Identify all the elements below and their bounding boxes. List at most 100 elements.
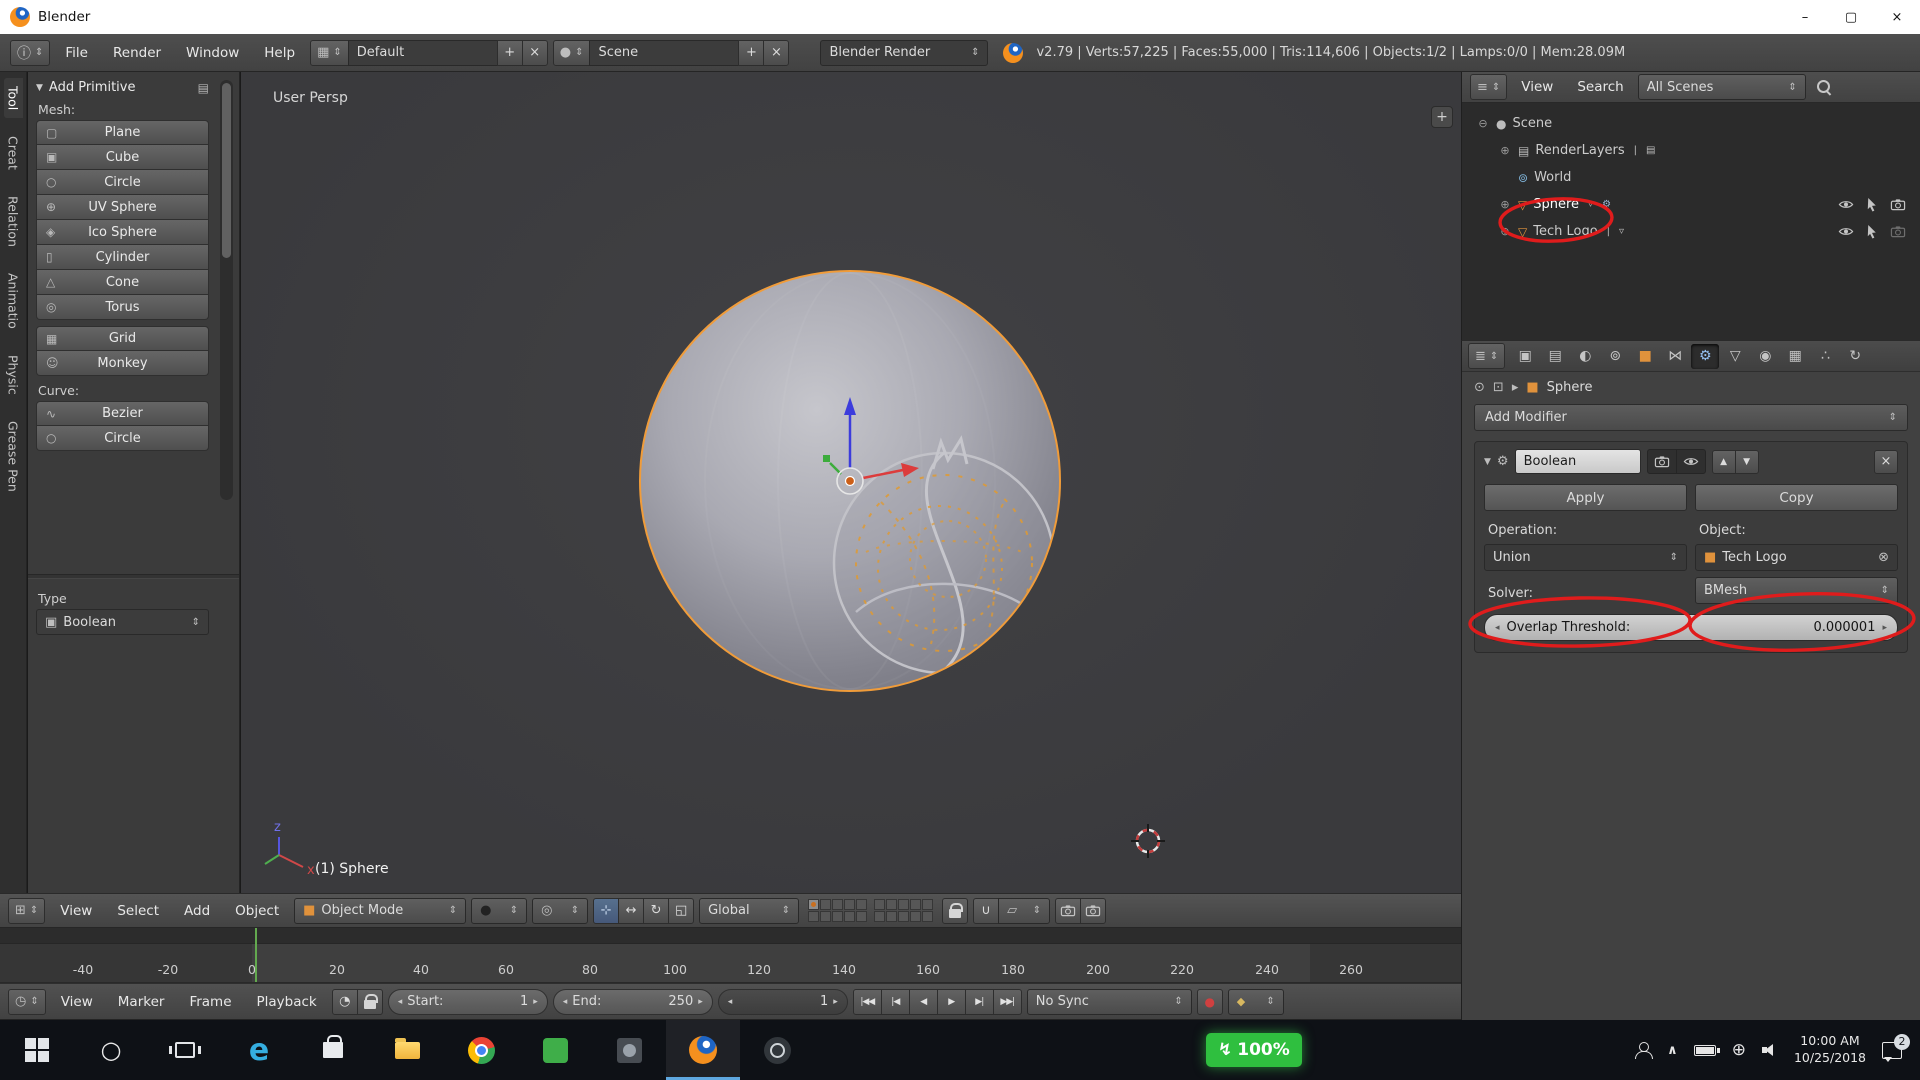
outliner-row-renderlayers[interactable]: ⊕ ▤ RenderLayers | ▤ [1466, 137, 1916, 164]
editor-type-button-3d[interactable]: ⊞ ⇕ [8, 897, 46, 924]
green-app-button[interactable] [518, 1020, 592, 1080]
ptab-render-layers[interactable]: ▤ [1541, 344, 1569, 369]
orientation-select[interactable]: Global ⇕ [699, 897, 800, 924]
screen-name-field[interactable]: Default [347, 39, 498, 66]
screen-add-button[interactable]: + [496, 39, 523, 66]
add-circle-button[interactable]: ○ Circle [36, 170, 209, 195]
opengl-render-button[interactable] [1055, 897, 1082, 924]
expand-icon[interactable]: ⊕ [1498, 225, 1512, 238]
layer-cell-active[interactable] [808, 899, 820, 910]
decrement-icon[interactable]: ◂ [398, 997, 403, 1007]
menu-file[interactable]: File [55, 45, 98, 61]
preview-range-button[interactable]: ◔ [331, 988, 358, 1015]
expand-icon[interactable]: ⊕ [1498, 198, 1512, 211]
viewport-visibility-toggle[interactable] [1675, 449, 1706, 474]
scene-add-button[interactable]: + [738, 39, 765, 66]
display-filter-select[interactable]: All Scenes ⇕ [1637, 74, 1806, 100]
boolean-type-select[interactable]: ▣ Boolean ⇕ [36, 609, 209, 635]
ptab-data[interactable]: ▽ [1721, 344, 1749, 369]
close-button[interactable]: × [1874, 0, 1920, 34]
apply-button[interactable]: Apply [1484, 484, 1687, 511]
shelf-tab-grease-pencil[interactable]: Grease Pen [4, 413, 23, 500]
editor-type-button-info[interactable]: ⓘ ⇕ [10, 39, 51, 66]
region-splitter[interactable] [28, 574, 239, 579]
lock-to-scene-button[interactable] [942, 897, 969, 924]
increment-icon[interactable]: ▸ [1882, 623, 1887, 633]
render-visibility-toggle[interactable] [1646, 449, 1677, 474]
network-icon[interactable]: ⊕ [1732, 1040, 1746, 1060]
scene-name-field[interactable]: Scene [589, 39, 740, 66]
people-icon[interactable] [1635, 1042, 1654, 1059]
decrement-icon[interactable]: ◂ [728, 997, 733, 1007]
auto-keyframe-button[interactable]: ● [1196, 988, 1223, 1015]
menu-frame[interactable]: Frame [179, 994, 241, 1010]
add-primitive-panel-header[interactable]: ▼ Add Primitive ▤ [36, 80, 209, 95]
timeline-ruler[interactable]: -40 -20 0 20 40 60 80 100 120 140 160 18… [0, 928, 1461, 983]
tray-expand-icon[interactable]: ∧ [1667, 1043, 1678, 1058]
start-frame-field[interactable]: ◂ Start: 1 ▸ [387, 988, 548, 1015]
ptab-texture[interactable]: ▦ [1781, 344, 1809, 369]
outliner-row-world[interactable]: ⊚ World [1466, 164, 1916, 191]
visibility-eye-icon[interactable] [1838, 224, 1854, 239]
add-uv-sphere-button[interactable]: ⊕ UV Sphere [36, 195, 209, 220]
screen-delete-button[interactable]: × [521, 39, 548, 66]
next-keyframe-button[interactable]: ▶| [964, 988, 994, 1015]
battery-icon[interactable] [1693, 1044, 1720, 1056]
increment-icon[interactable]: ▸ [833, 997, 838, 1007]
solver-select[interactable]: BMesh ⇕ [1695, 577, 1898, 604]
scene-delete-button[interactable]: × [763, 39, 790, 66]
cortana-button[interactable]: ○ [74, 1020, 148, 1080]
notification-icon[interactable]: 2 [1882, 1033, 1910, 1062]
renderable-camera-icon[interactable] [1890, 197, 1906, 212]
sync-select[interactable]: No Sync ⇕ [1026, 988, 1192, 1015]
screen-browse-button[interactable]: ▦ ⇕ [310, 39, 349, 66]
jump-to-end-button[interactable]: ▶▶| [992, 988, 1022, 1015]
increment-icon[interactable]: ▸ [698, 997, 703, 1007]
chrome-button[interactable] [444, 1020, 518, 1080]
layers-widget[interactable] [808, 899, 934, 922]
lock-time-button[interactable] [356, 988, 383, 1015]
menu-view[interactable]: View [1511, 79, 1563, 95]
menu-add[interactable]: Add [174, 903, 220, 919]
add-cube-button[interactable]: ▣ Cube [36, 145, 209, 170]
ptab-constraints[interactable]: ⋈ [1661, 344, 1689, 369]
visibility-eye-icon[interactable] [1838, 197, 1854, 212]
add-ico-sphere-button[interactable]: ◈ Ico Sphere [36, 220, 209, 245]
menu-window[interactable]: Window [176, 45, 249, 61]
menu-object[interactable]: Object [225, 903, 289, 919]
expand-icon[interactable]: ⊕ [1498, 144, 1512, 157]
ptab-scene[interactable]: ◐ [1571, 344, 1599, 369]
shelf-tab-tool[interactable]: Tool [3, 78, 23, 119]
translate-button[interactable]: ↔ [618, 897, 645, 924]
ptab-material[interactable]: ◉ [1751, 344, 1779, 369]
add-bezier-button[interactable]: ∿ Bezier [36, 401, 209, 426]
shading-select[interactable]: ● ⇕ [471, 897, 528, 924]
shelf-tab-physics[interactable]: Physic [4, 347, 23, 403]
task-view-button[interactable] [148, 1020, 222, 1080]
jump-to-start-button[interactable]: |◀◀ [852, 988, 882, 1015]
manipulator-toggle-button[interactable]: ⊹ [593, 897, 620, 924]
renderable-camera-icon[interactable] [1890, 224, 1906, 239]
start-button[interactable] [0, 1020, 74, 1080]
increment-icon[interactable]: ▸ [533, 997, 538, 1007]
panel-collapse-icon[interactable]: ▼ [1484, 457, 1491, 467]
editor-type-button-properties[interactable]: ≣ ⇕ [1468, 343, 1506, 369]
snap-element-select[interactable]: ▱ ⇕ [998, 897, 1051, 924]
scale-button[interactable]: ◱ [668, 897, 695, 924]
cursor-3d[interactable] [1131, 824, 1165, 858]
menu-view[interactable]: View [51, 994, 103, 1010]
add-grid-button[interactable]: ▦ Grid [36, 326, 209, 351]
editor-type-button-outliner[interactable]: ≡ ⇕ [1470, 74, 1508, 100]
blender-taskbar-button[interactable] [666, 1020, 740, 1080]
operation-select[interactable]: Union ⇕ [1484, 544, 1687, 571]
gray-app-button[interactable] [592, 1020, 666, 1080]
object-field[interactable]: ■ Tech Logo ⊗ [1695, 544, 1898, 571]
toolshelf-scrollbar[interactable] [220, 80, 233, 500]
selectable-cursor-icon[interactable] [1864, 224, 1880, 239]
end-frame-field[interactable]: ◂ End: 250 ▸ [552, 988, 713, 1015]
ptab-render[interactable]: ▣ [1511, 344, 1539, 369]
maximize-button[interactable]: ▢ [1828, 0, 1874, 34]
play-button[interactable]: ▶ [936, 988, 966, 1015]
keying-set-select[interactable]: ◆ ⇕ [1227, 988, 1284, 1015]
search-icon[interactable] [1816, 79, 1833, 96]
